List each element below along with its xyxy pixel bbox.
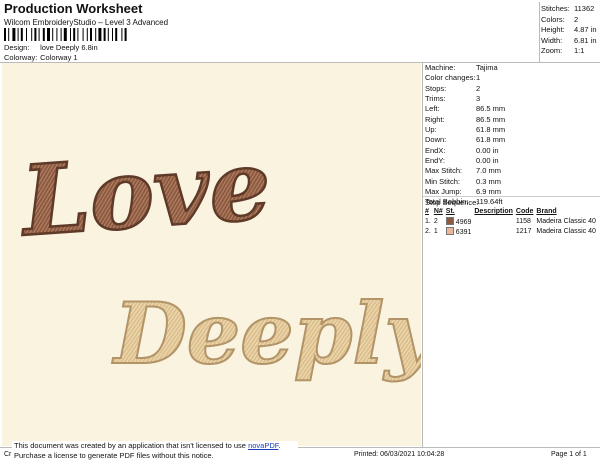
barcode-bar: [112, 28, 113, 41]
barcode-bar: [38, 28, 40, 41]
barcode-bar: [56, 28, 58, 41]
info-trims: Trims: 3: [425, 94, 481, 104]
divider-vertical-top: [539, 2, 540, 62]
barcode-bar: [124, 28, 127, 41]
info-up: Up: 61.8 mm: [425, 125, 506, 135]
design-value: love Deeply 6.8in: [40, 43, 98, 52]
divider-stop-sequence: [423, 196, 600, 197]
barcode-bar: [60, 28, 62, 41]
barcode-bar: [31, 28, 33, 41]
col-code: Code: [515, 208, 534, 215]
stop-sequence-title: Stop Sequence:: [425, 198, 479, 207]
info-down: Down: 61.8 mm: [425, 135, 506, 145]
stop-table-header: # N# St. Description Code Brand: [424, 207, 598, 216]
info-max-stitch: Max Stitch: 7.0 mm: [425, 166, 502, 176]
barcode-bar: [34, 28, 37, 41]
colorway-row: Colorway: Colorway 1: [4, 53, 78, 62]
color-swatch: [445, 216, 454, 225]
barcode-bar: [20, 28, 23, 41]
novapdf-link[interactable]: novaPDF: [248, 441, 278, 450]
info-min-stitch: Min Stitch: 0.3 mm: [425, 176, 502, 186]
footer-left: Cr: [4, 451, 12, 458]
stat-height: Height: 4.87 in: [541, 25, 597, 35]
printed-date: Printed: 06/03/2021 10:04:28: [354, 451, 445, 458]
barcode-bar: [17, 28, 19, 41]
col-brand: Brand: [536, 208, 557, 215]
divider-vertical: [422, 63, 423, 447]
barcode-bar: [95, 28, 97, 41]
info-stops: Stops: 2: [425, 83, 481, 93]
barcode-bar: [115, 28, 118, 41]
colorway-label: Colorway:: [4, 53, 38, 62]
color-swatch: [445, 226, 454, 235]
notice-line-2: Purchase a license to generate PDF files…: [14, 451, 214, 460]
barcode-bar: [52, 28, 54, 41]
design-name-row: Design: love Deeply 6.8in: [4, 43, 98, 52]
col-num: #: [425, 208, 429, 215]
barcode-bar: [12, 28, 16, 41]
stats-panel: Stitches: 11362 Colors: 2 Height: 4.87 in W…: [541, 4, 597, 57]
page-title: Production Worksheet: [4, 1, 143, 16]
info-endy: EndY: 0.00 in: [425, 156, 499, 166]
barcode-bar: [4, 28, 6, 41]
machine-info-panel: Machine: Tajima Color changes: 1 Stops: 2 T…: [425, 63, 505, 208]
barcode-bar: [90, 28, 92, 41]
design-word-love: Love: [15, 128, 274, 258]
col-description: Description: [474, 208, 513, 215]
barcode-bar: [77, 28, 79, 41]
barcode-bar: [82, 28, 84, 41]
info-color-changes: Color changes: 1: [425, 73, 481, 83]
barcode: [4, 28, 127, 41]
barcode-bar: [42, 28, 45, 41]
barcode-bar: [98, 28, 102, 41]
colorway-value: Colorway 1: [40, 53, 78, 62]
info-machine: Machine: Tajima: [425, 63, 498, 72]
barcode-bar: [107, 28, 109, 41]
stat-zoom: Zoom: 1:1: [541, 46, 585, 56]
page-number: Page 1 of 1: [551, 451, 587, 458]
stat-colors: Colors: 2: [541, 14, 579, 24]
info-endx: EndX: 0.00 in: [425, 145, 499, 155]
barcode-bar: [86, 28, 88, 41]
table-row: 2. 1 6391 1217 Madeira Classic 40: [425, 226, 596, 236]
barcode-bar: [121, 28, 123, 41]
design-label: Design:: [4, 43, 30, 52]
stat-width: Width: 6.81 in: [541, 35, 597, 45]
embroidery-design: Love Deeply: [14, 127, 439, 384]
design-word-deeply: Deeply: [112, 284, 421, 383]
barcode-bar: [70, 28, 71, 41]
design-preview: Love Deeply: [2, 63, 439, 446]
table-row: 1. 2 4969 1158 Madeira Classic 40: [425, 216, 596, 226]
notice-line-1: This document was created by an applicat…: [14, 441, 281, 450]
stat-stitches: Stitches: 11362: [541, 4, 595, 13]
stop-sequence-table: # N# St. Description Code Brand 1. 2 496…: [424, 207, 598, 236]
license-notice: This document was created by an applicat…: [12, 441, 298, 463]
barcode-bar: [63, 28, 67, 41]
info-right: Right: 86.5 mm: [425, 114, 506, 124]
barcode-bar: [103, 28, 106, 41]
software-subtitle: Wilcom EmbroideryStudio – Level 3 Advanc…: [4, 18, 169, 27]
col-stitches: St.: [445, 208, 455, 215]
barcode-bar: [47, 28, 50, 41]
barcode-bar: [26, 28, 27, 41]
barcode-bar: [8, 28, 10, 41]
col-needle: N#: [433, 208, 443, 215]
info-left: Left: 86.5 mm: [425, 104, 506, 114]
barcode-bar: [73, 28, 76, 41]
